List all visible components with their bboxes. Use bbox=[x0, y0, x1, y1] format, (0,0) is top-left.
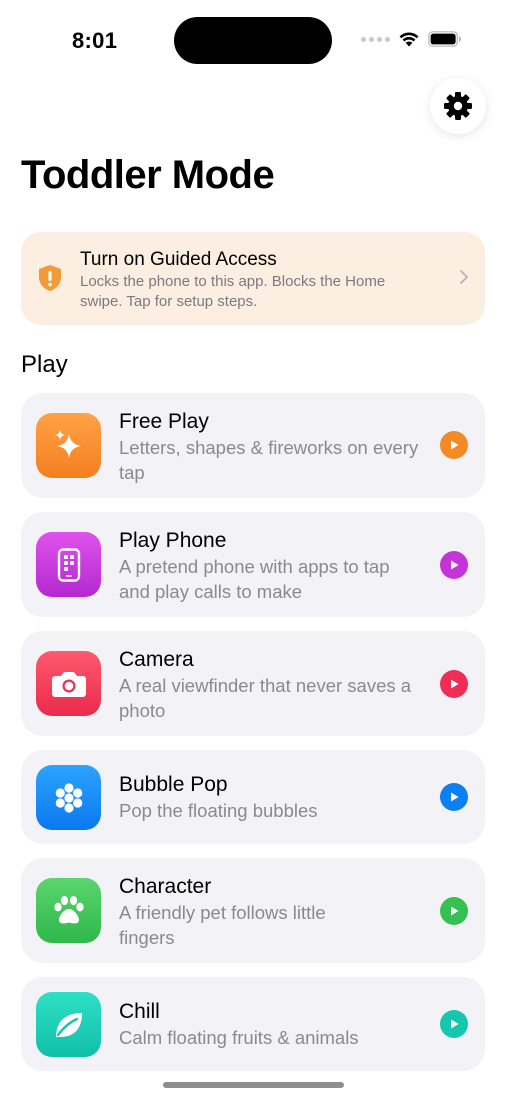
activity-card-chill[interactable]: Chill Calm floating fruits & animals bbox=[21, 977, 485, 1071]
play-icon bbox=[451, 679, 459, 689]
activity-card-character[interactable]: Character A friendly pet follows little … bbox=[21, 858, 485, 963]
play-button[interactable] bbox=[440, 431, 468, 459]
paw-icon bbox=[53, 895, 84, 923]
card-subtitle: A friendly pet follows little fingers bbox=[119, 902, 326, 948]
gear-icon bbox=[444, 92, 472, 120]
free-play-tile bbox=[36, 413, 101, 478]
status-time: 8:01 bbox=[72, 28, 118, 53]
play-icon bbox=[451, 906, 459, 916]
status-bar: 8:01 bbox=[0, 0, 506, 80]
battery-icon bbox=[428, 31, 461, 47]
play-button[interactable] bbox=[440, 551, 468, 579]
play-button[interactable] bbox=[440, 897, 468, 925]
camera-icon bbox=[51, 671, 86, 697]
cellular-signal-icon bbox=[361, 36, 390, 42]
activity-card-camera[interactable]: Camera A real viewfinder that never save… bbox=[21, 631, 485, 736]
camera-tile bbox=[36, 651, 101, 716]
play-icon bbox=[451, 560, 459, 570]
card-subtitle: Pop the floating bubbles bbox=[119, 800, 318, 821]
settings-button[interactable] bbox=[430, 78, 486, 134]
wifi-icon bbox=[399, 32, 419, 47]
sparkles-icon bbox=[54, 429, 81, 458]
play-icon bbox=[451, 792, 459, 802]
phone-device-icon bbox=[57, 547, 80, 582]
chill-tile bbox=[36, 992, 101, 1057]
activity-card-play-phone[interactable]: Play Phone A pretend phone with apps to … bbox=[21, 512, 485, 617]
card-subtitle: Calm floating fruits & animals bbox=[119, 1027, 359, 1048]
activity-card-free-play[interactable]: Free Play Letters, shapes & fireworks on… bbox=[21, 393, 485, 498]
card-title: Play Phone bbox=[119, 529, 227, 552]
play-icon bbox=[451, 440, 459, 450]
card-subtitle: A pretend phone with apps to tap and pla… bbox=[119, 556, 390, 602]
dynamic-island bbox=[174, 17, 332, 64]
status-indicators bbox=[361, 31, 462, 47]
section-title: Play bbox=[21, 351, 68, 378]
leaf-icon bbox=[55, 1012, 82, 1037]
banner-title: Turn on Guided Access bbox=[80, 249, 277, 270]
banner-description: Locks the phone to this app. Blocks the … bbox=[80, 273, 386, 310]
bubbles-icon bbox=[55, 782, 82, 813]
card-subtitle: A real viewfinder that never saves a pho… bbox=[119, 675, 412, 721]
card-subtitle: Letters, shapes & fireworks on every tap bbox=[119, 437, 419, 483]
play-phone-tile bbox=[36, 532, 101, 597]
chevron-right-icon bbox=[460, 270, 468, 284]
card-title: Bubble Pop bbox=[119, 773, 228, 796]
card-title: Character bbox=[119, 875, 212, 898]
play-button[interactable] bbox=[440, 1010, 468, 1038]
card-title: Camera bbox=[119, 648, 194, 671]
page-title: Toddler Mode bbox=[21, 153, 275, 197]
home-indicator[interactable] bbox=[163, 1082, 344, 1088]
guided-access-banner[interactable]: Turn on Guided Access Locks the phone to… bbox=[21, 232, 485, 325]
shield-exclamation-icon bbox=[39, 265, 61, 291]
card-title: Chill bbox=[119, 1000, 160, 1023]
bubble-pop-tile bbox=[36, 765, 101, 830]
character-tile bbox=[36, 878, 101, 943]
activity-card-bubble-pop[interactable]: Bubble Pop Pop the floating bubbles bbox=[21, 750, 485, 844]
card-title: Free Play bbox=[119, 410, 209, 433]
play-icon bbox=[451, 1019, 459, 1029]
play-button[interactable] bbox=[440, 670, 468, 698]
play-button[interactable] bbox=[440, 783, 468, 811]
